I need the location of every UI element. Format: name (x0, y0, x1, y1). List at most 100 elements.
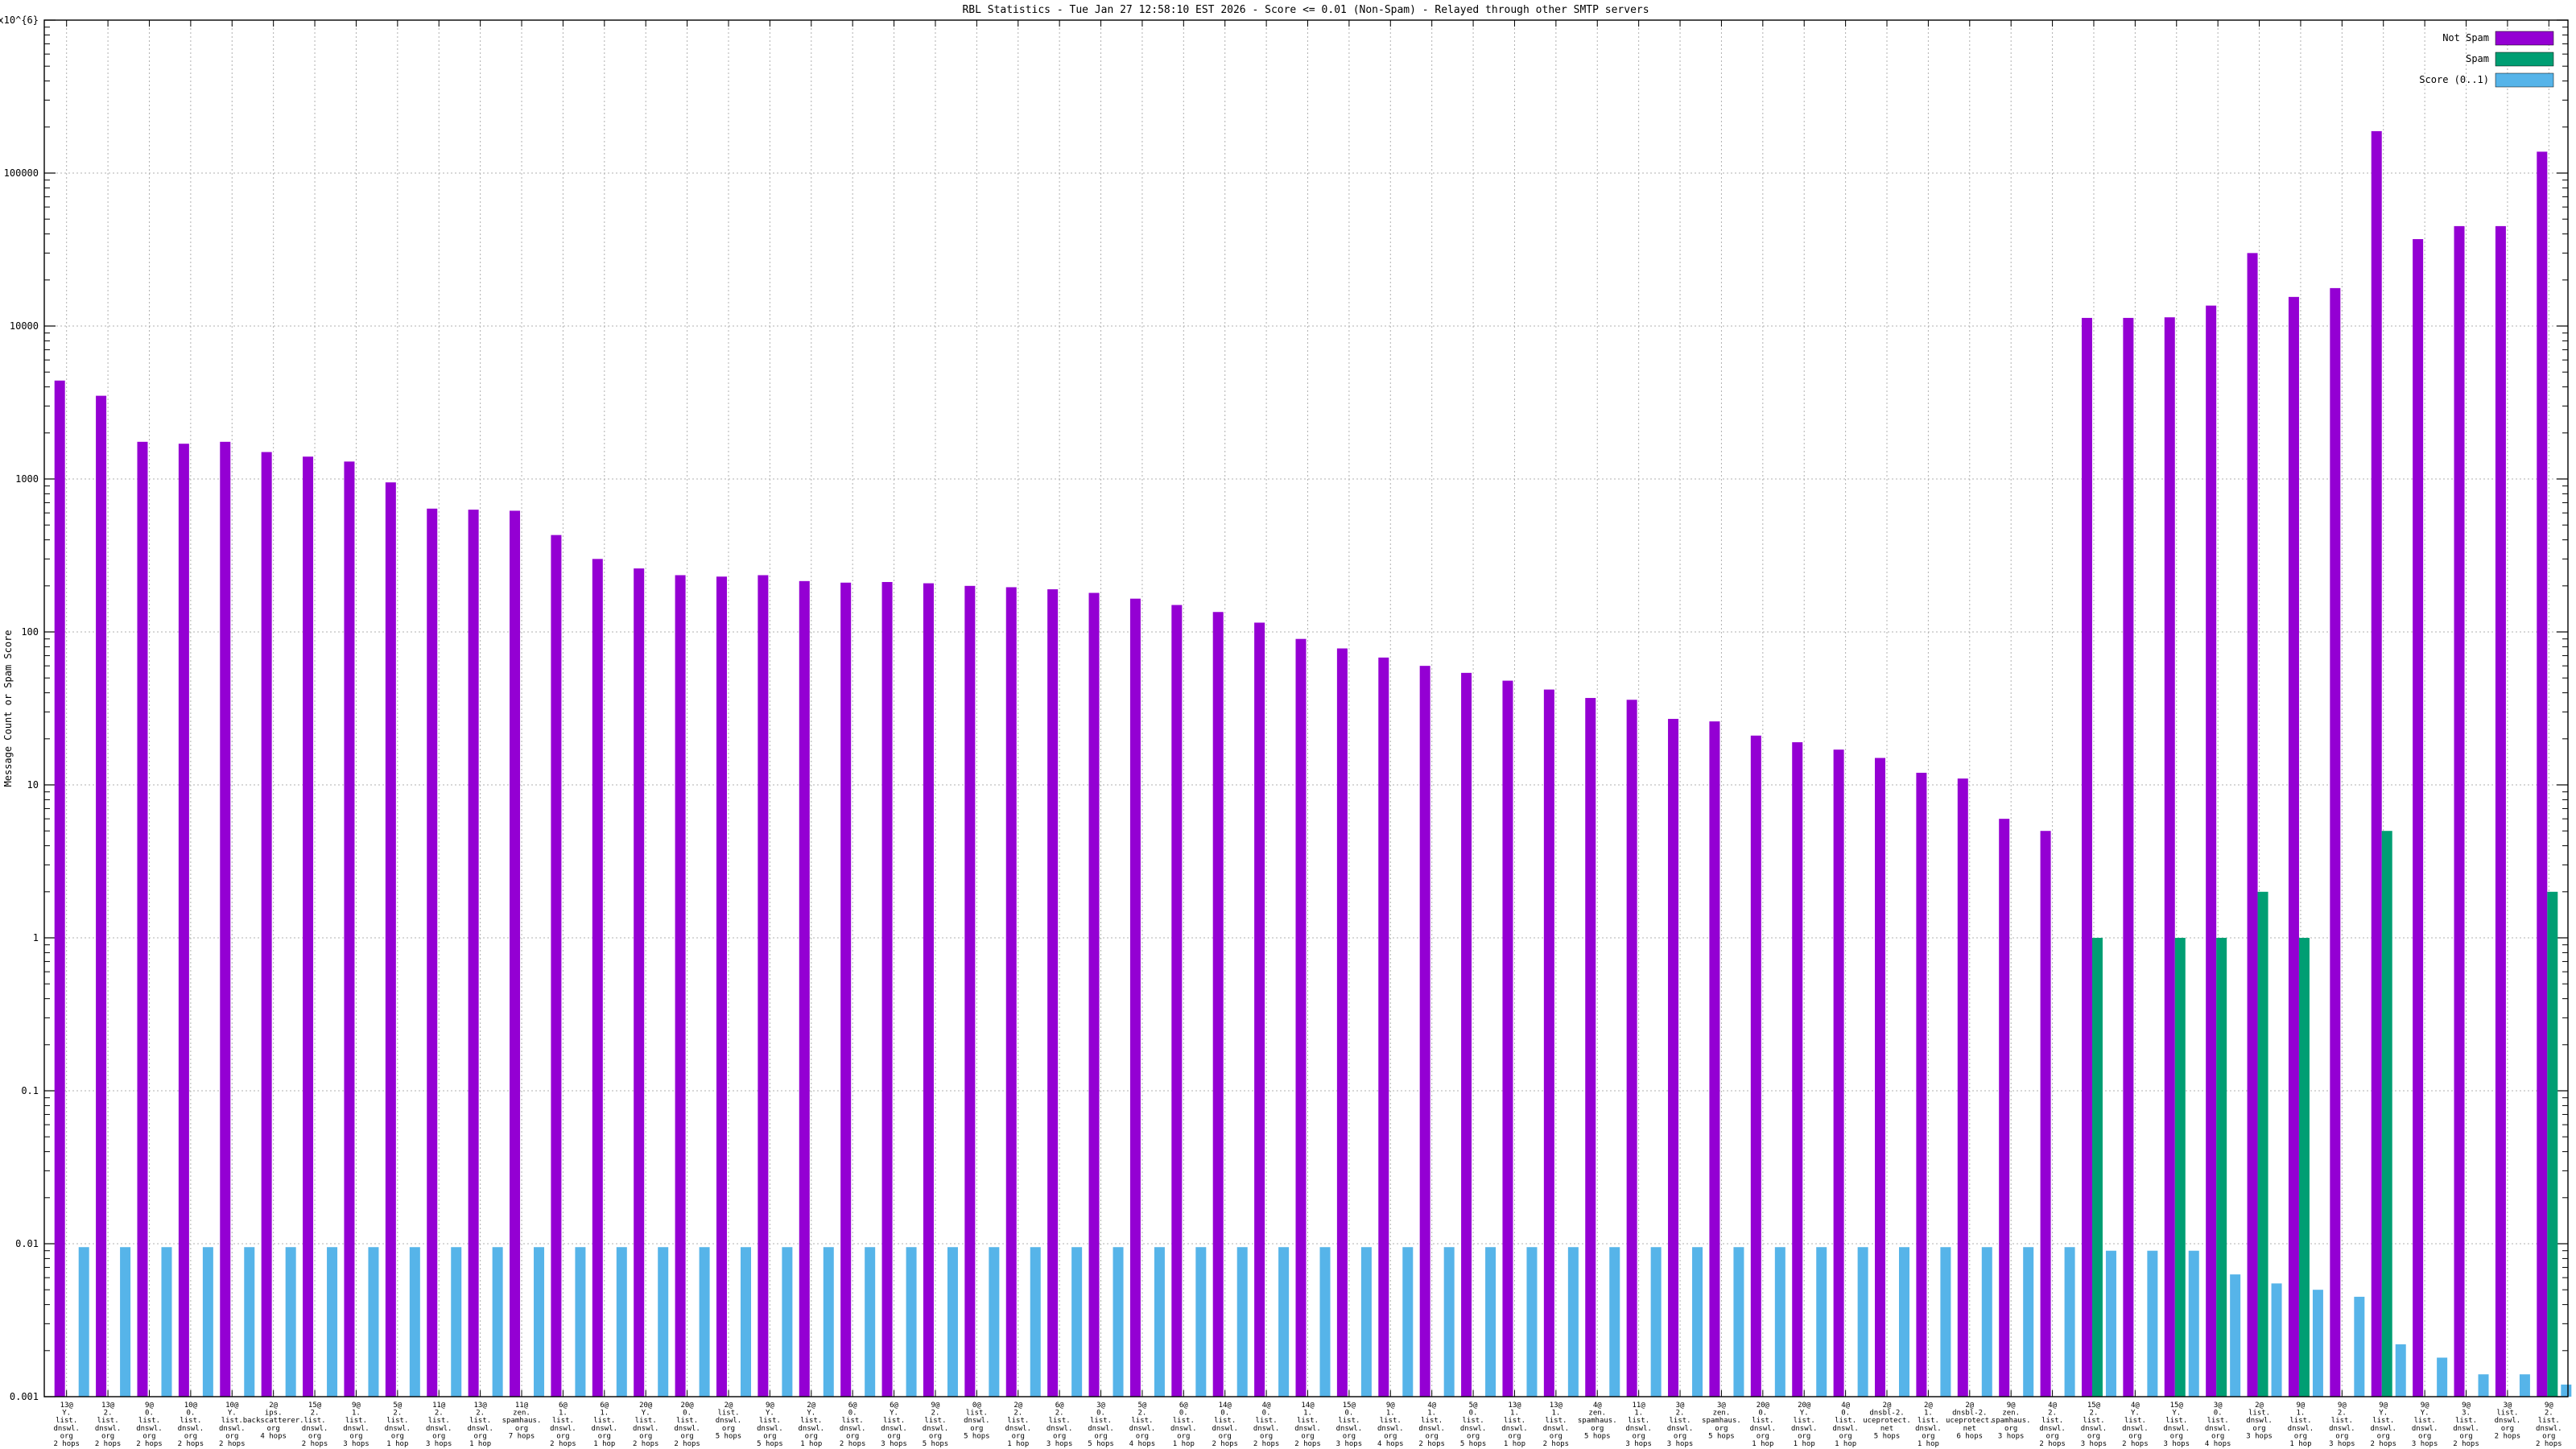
x-tick-label: org (887, 1432, 900, 1440)
bar-not-spam (1420, 666, 1430, 1397)
x-tick-label: 1 hop (1752, 1440, 1773, 1448)
bar-not-spam (2372, 131, 2382, 1397)
bar-not-spam (964, 586, 975, 1397)
bar-not-spam (882, 582, 893, 1397)
x-tick-label: org (267, 1425, 280, 1433)
x-tick-label: org (1426, 1432, 1439, 1440)
x-tick-label: org (1343, 1432, 1356, 1440)
x-tick-label: 2 hops (633, 1440, 659, 1448)
x-tick-label: 20@ (680, 1402, 694, 1410)
x-tick-label: list. (800, 1417, 822, 1425)
bar-not-spam (551, 535, 561, 1397)
x-tick-label: dnswl. (550, 1425, 576, 1433)
x-tick-label: 2@ (2255, 1402, 2264, 1410)
plot-area: 1x10^{6}1000001000010001001010.10.010.00… (0, 14, 2571, 1448)
x-tick-label: list. (924, 1417, 946, 1425)
x-tick-label: org (1757, 1432, 1769, 1440)
x-tick-label: dnswl. (1418, 1425, 1445, 1433)
x-tick-label: 2 hops (840, 1440, 866, 1448)
x-tick-label: 4 hops (2205, 1440, 2231, 1448)
bar-score (534, 1247, 544, 1397)
x-tick-label: list. (552, 1417, 574, 1425)
x-tick-label: 3@ (2214, 1402, 2223, 1410)
bar-not-spam (1875, 758, 1885, 1397)
bar-score (161, 1247, 171, 1397)
x-tick-label: list. (2083, 1417, 2104, 1425)
x-tick-label: 1. (1551, 1410, 1560, 1418)
x-tick-label: org (1674, 1432, 1686, 1440)
x-tick-label: 9@ (2379, 1402, 2388, 1410)
x-tick-label: 4@ (2048, 1402, 2057, 1410)
x-tick-label: 2@ (1924, 1402, 1933, 1410)
x-tick-label: 2@ (1883, 1402, 1892, 1410)
x-tick-label: dnswl. (467, 1425, 493, 1433)
x-tick-label: dnswl. (716, 1417, 742, 1425)
x-tick-label: 1 hop (1173, 1440, 1195, 1448)
bar-score (906, 1247, 917, 1397)
x-tick-label: 2@ (1013, 1402, 1022, 1410)
x-tick-label: org (846, 1432, 859, 1440)
x-tick-label: 5@ (1138, 1402, 1147, 1410)
x-tick-label: 4@ (1262, 1402, 1271, 1410)
x-tick-label: Y. (2172, 1410, 2181, 1418)
x-tick-label: 2. (1055, 1410, 1064, 1418)
x-tick-label: 1. (1510, 1410, 1519, 1418)
x-tick-label: 20@ (639, 1402, 653, 1410)
x-tick-label: dnswl. (1294, 1425, 1321, 1433)
bar-score (368, 1247, 378, 1397)
x-tick-label: org (2252, 1425, 2265, 1433)
x-tick-label: list. (1007, 1417, 1029, 1425)
x-tick-label: ips. (265, 1410, 283, 1418)
x-tick-label: 13@ (473, 1402, 487, 1410)
x-tick-label: 5 hops (964, 1432, 990, 1440)
bar-score (989, 1247, 999, 1397)
x-tick-label: list. (1131, 1417, 1153, 1425)
bar-score (1982, 1247, 1992, 1397)
x-tick-label: org (763, 1432, 776, 1440)
bar-not-spam (96, 396, 106, 1397)
bar-score (575, 1247, 585, 1397)
x-tick-label: 14@ (1301, 1402, 1315, 1410)
bar-spam (2299, 938, 2310, 1397)
bar-score (2065, 1247, 2075, 1397)
x-tick-label: 1. (1303, 1410, 1312, 1418)
x-tick-label: 0. (848, 1410, 857, 1418)
x-tick-label: 2. (476, 1410, 485, 1418)
x-tick-label: 3 hops (1046, 1440, 1073, 1448)
x-tick-label: 4@ (2131, 1402, 2140, 1410)
x-tick-label: 1 hop (469, 1440, 491, 1448)
x-tick-label: dnswl. (881, 1425, 907, 1433)
legend-label-spam: Spam (2466, 53, 2489, 64)
x-tick-label: 9@ (1386, 1402, 1395, 1410)
x-tick-label: list. (2331, 1417, 2353, 1425)
x-tick-label: org (2501, 1425, 2514, 1433)
x-tick-label: 7 hops (509, 1432, 535, 1440)
x-tick-label: 2 hops (1212, 1440, 1238, 1448)
x-tick-label: 1 hop (1794, 1440, 1815, 1448)
x-tick-label: dnswl. (1832, 1425, 1859, 1433)
bar-score (2520, 1374, 2530, 1397)
bar-score (1816, 1247, 1827, 1397)
bar-not-spam (386, 482, 396, 1397)
bar-score (1237, 1247, 1248, 1397)
x-tick-label: list. (883, 1417, 905, 1425)
bar-score (2023, 1247, 2033, 1397)
legend: Not Spam Spam Score (0..1) (2419, 31, 2553, 87)
x-tick-label: list. (1214, 1417, 1236, 1425)
x-tick-label: 6@ (1179, 1402, 1188, 1410)
x-tick-label: 2 hops (2495, 1432, 2521, 1440)
bar-score (244, 1247, 254, 1397)
bar-score (658, 1247, 668, 1397)
x-tick-label: org (805, 1432, 818, 1440)
x-tick-label: 3 hops (2246, 1432, 2273, 1440)
x-tick-label: 2 hops (95, 1440, 122, 1448)
legend-swatch-spam (2496, 52, 2553, 66)
bar-score (865, 1247, 875, 1397)
bar-not-spam (2165, 317, 2175, 1397)
rbl-statistics-chart: RBL Statistics - Tue Jan 27 12:58:10 EST… (0, 0, 2576, 1449)
x-tick-label: 2@ (807, 1402, 815, 1410)
bar-score (1609, 1247, 1620, 1397)
x-tick-label: net (1963, 1425, 1976, 1433)
x-tick-label: 9@ (145, 1402, 154, 1410)
x-tick-label: dnswl. (2246, 1417, 2273, 1425)
